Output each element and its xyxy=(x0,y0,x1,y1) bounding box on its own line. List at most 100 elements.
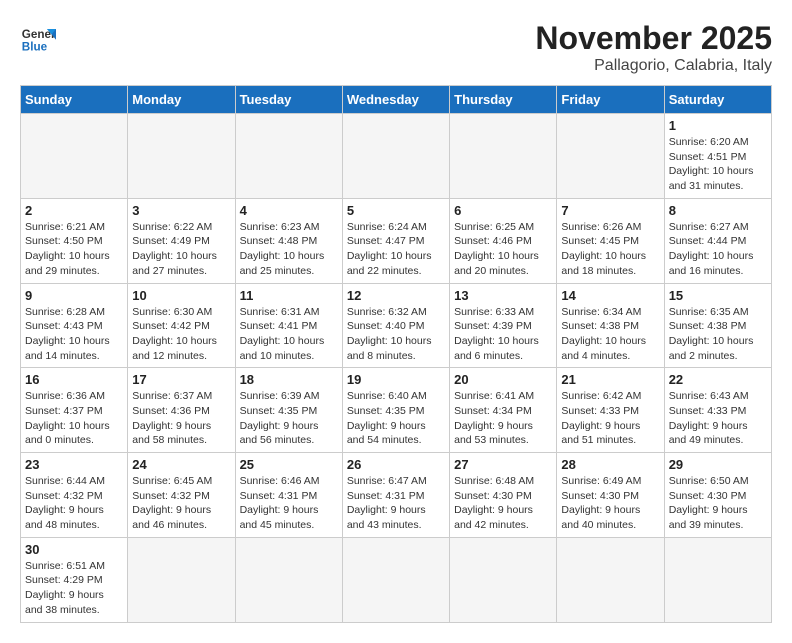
day-info: Sunrise: 6:23 AM Sunset: 4:48 PM Dayligh… xyxy=(240,220,338,279)
day-number: 1 xyxy=(669,118,767,133)
calendar-cell: 10 Sunrise: 6:30 AM Sunset: 4:42 PM Dayli… xyxy=(128,283,235,368)
day-info: Sunrise: 6:41 AM Sunset: 4:34 PM Dayligh… xyxy=(454,389,552,448)
logo: General Blue xyxy=(20,20,56,56)
day-number: 2 xyxy=(25,203,123,218)
logo-icon: General Blue xyxy=(20,20,56,56)
calendar-cell: 18 Sunrise: 6:39 AM Sunset: 4:35 PM Dayli… xyxy=(235,368,342,453)
day-number: 24 xyxy=(132,457,230,472)
svg-text:Blue: Blue xyxy=(22,41,48,54)
calendar-cell: 8 Sunrise: 6:27 AM Sunset: 4:44 PM Daylig… xyxy=(664,198,771,283)
calendar-cell xyxy=(450,537,557,622)
day-number: 17 xyxy=(132,372,230,387)
calendar-cell xyxy=(128,537,235,622)
calendar-cell: 12Sunrise: 6:32 AM Sunset: 4:40 PM Dayli… xyxy=(342,283,449,368)
day-number: 15 xyxy=(669,288,767,303)
month-title: November 2025 xyxy=(535,20,772,57)
calendar-week-row: 16 Sunrise: 6:36 AM Sunset: 4:37 PM Dayli… xyxy=(21,368,772,453)
col-header-tuesday: Tuesday xyxy=(235,86,342,114)
day-info: Sunrise: 6:44 AM Sunset: 4:32 PM Dayligh… xyxy=(25,474,123,533)
day-info: Sunrise: 6:40 AM Sunset: 4:35 PM Dayligh… xyxy=(347,389,445,448)
col-header-friday: Friday xyxy=(557,86,664,114)
calendar-cell: 20 Sunrise: 6:41 AM Sunset: 4:34 PM Dayli… xyxy=(450,368,557,453)
day-info: Sunrise: 6:51 AM Sunset: 4:29 PM Dayligh… xyxy=(25,559,123,618)
day-info: Sunrise: 6:36 AM Sunset: 4:37 PM Dayligh… xyxy=(25,389,123,448)
day-info: Sunrise: 6:50 AM Sunset: 4:30 PM Dayligh… xyxy=(669,474,767,533)
calendar-cell xyxy=(21,114,128,199)
calendar-cell: 16 Sunrise: 6:36 AM Sunset: 4:37 PM Dayli… xyxy=(21,368,128,453)
day-number: 25 xyxy=(240,457,338,472)
day-info: Sunrise: 6:21 AM Sunset: 4:50 PM Dayligh… xyxy=(25,220,123,279)
calendar-cell xyxy=(342,114,449,199)
day-info: Sunrise: 6:32 AM Sunset: 4:40 PM Dayligh… xyxy=(347,305,445,364)
calendar-cell: 14Sunrise: 6:34 AM Sunset: 4:38 PM Dayli… xyxy=(557,283,664,368)
calendar-header-row: SundayMondayTuesdayWednesdayThursdayFrid… xyxy=(21,86,772,114)
day-info: Sunrise: 6:37 AM Sunset: 4:36 PM Dayligh… xyxy=(132,389,230,448)
calendar-cell: 15 Sunrise: 6:35 AM Sunset: 4:38 PM Dayli… xyxy=(664,283,771,368)
calendar-cell: 28Sunrise: 6:49 AM Sunset: 4:30 PM Dayli… xyxy=(557,453,664,538)
calendar-cell: 27 Sunrise: 6:48 AM Sunset: 4:30 PM Dayli… xyxy=(450,453,557,538)
day-number: 10 xyxy=(132,288,230,303)
day-number: 8 xyxy=(669,203,767,218)
calendar-cell xyxy=(557,537,664,622)
calendar-cell: 3Sunrise: 6:22 AM Sunset: 4:49 PM Daylig… xyxy=(128,198,235,283)
calendar-cell: 23Sunrise: 6:44 AM Sunset: 4:32 PM Dayli… xyxy=(21,453,128,538)
calendar-table: SundayMondayTuesdayWednesdayThursdayFrid… xyxy=(20,85,772,623)
day-number: 16 xyxy=(25,372,123,387)
day-number: 14 xyxy=(561,288,659,303)
day-number: 29 xyxy=(669,457,767,472)
calendar-week-row: 9 Sunrise: 6:28 AM Sunset: 4:43 PM Daylig… xyxy=(21,283,772,368)
day-info: Sunrise: 6:30 AM Sunset: 4:42 PM Dayligh… xyxy=(132,305,230,364)
day-number: 20 xyxy=(454,372,552,387)
day-number: 9 xyxy=(25,288,123,303)
calendar-cell xyxy=(128,114,235,199)
location: Pallagorio, Calabria, Italy xyxy=(535,57,772,75)
day-info: Sunrise: 6:47 AM Sunset: 4:31 PM Dayligh… xyxy=(347,474,445,533)
calendar-week-row: 23Sunrise: 6:44 AM Sunset: 4:32 PM Dayli… xyxy=(21,453,772,538)
day-number: 4 xyxy=(240,203,338,218)
calendar-cell: 9 Sunrise: 6:28 AM Sunset: 4:43 PM Daylig… xyxy=(21,283,128,368)
calendar-cell: 29 Sunrise: 6:50 AM Sunset: 4:30 PM Dayli… xyxy=(664,453,771,538)
calendar-cell: 7Sunrise: 6:26 AM Sunset: 4:45 PM Daylig… xyxy=(557,198,664,283)
day-number: 18 xyxy=(240,372,338,387)
day-info: Sunrise: 6:24 AM Sunset: 4:47 PM Dayligh… xyxy=(347,220,445,279)
calendar-cell xyxy=(664,537,771,622)
calendar-cell: 26Sunrise: 6:47 AM Sunset: 4:31 PM Dayli… xyxy=(342,453,449,538)
day-info: Sunrise: 6:25 AM Sunset: 4:46 PM Dayligh… xyxy=(454,220,552,279)
day-number: 13 xyxy=(454,288,552,303)
calendar-cell xyxy=(342,537,449,622)
day-info: Sunrise: 6:39 AM Sunset: 4:35 PM Dayligh… xyxy=(240,389,338,448)
day-info: Sunrise: 6:28 AM Sunset: 4:43 PM Dayligh… xyxy=(25,305,123,364)
calendar-cell: 21Sunrise: 6:42 AM Sunset: 4:33 PM Dayli… xyxy=(557,368,664,453)
calendar-cell: 19Sunrise: 6:40 AM Sunset: 4:35 PM Dayli… xyxy=(342,368,449,453)
day-info: Sunrise: 6:35 AM Sunset: 4:38 PM Dayligh… xyxy=(669,305,767,364)
day-number: 27 xyxy=(454,457,552,472)
day-info: Sunrise: 6:43 AM Sunset: 4:33 PM Dayligh… xyxy=(669,389,767,448)
col-header-monday: Monday xyxy=(128,86,235,114)
day-info: Sunrise: 6:42 AM Sunset: 4:33 PM Dayligh… xyxy=(561,389,659,448)
calendar-cell: 11Sunrise: 6:31 AM Sunset: 4:41 PM Dayli… xyxy=(235,283,342,368)
page-header: General Blue November 2025 Pallagorio, C… xyxy=(20,20,772,75)
calendar-week-row: 1Sunrise: 6:20 AM Sunset: 4:51 PM Daylig… xyxy=(21,114,772,199)
calendar-cell: 2 Sunrise: 6:21 AM Sunset: 4:50 PM Daylig… xyxy=(21,198,128,283)
calendar-week-row: 2 Sunrise: 6:21 AM Sunset: 4:50 PM Daylig… xyxy=(21,198,772,283)
calendar-cell xyxy=(557,114,664,199)
day-number: 30 xyxy=(25,542,123,557)
day-number: 7 xyxy=(561,203,659,218)
col-header-wednesday: Wednesday xyxy=(342,86,449,114)
day-info: Sunrise: 6:48 AM Sunset: 4:30 PM Dayligh… xyxy=(454,474,552,533)
calendar-cell: 22Sunrise: 6:43 AM Sunset: 4:33 PM Dayli… xyxy=(664,368,771,453)
col-header-thursday: Thursday xyxy=(450,86,557,114)
col-header-sunday: Sunday xyxy=(21,86,128,114)
calendar-cell: 17 Sunrise: 6:37 AM Sunset: 4:36 PM Dayli… xyxy=(128,368,235,453)
title-block: November 2025 Pallagorio, Calabria, Ital… xyxy=(535,20,772,75)
calendar-cell xyxy=(235,114,342,199)
day-number: 11 xyxy=(240,288,338,303)
calendar-cell: 25Sunrise: 6:46 AM Sunset: 4:31 PM Dayli… xyxy=(235,453,342,538)
calendar-cell xyxy=(235,537,342,622)
calendar-cell: 30 Sunrise: 6:51 AM Sunset: 4:29 PM Dayli… xyxy=(21,537,128,622)
col-header-saturday: Saturday xyxy=(664,86,771,114)
day-info: Sunrise: 6:27 AM Sunset: 4:44 PM Dayligh… xyxy=(669,220,767,279)
day-number: 5 xyxy=(347,203,445,218)
calendar-cell: 5 Sunrise: 6:24 AM Sunset: 4:47 PM Daylig… xyxy=(342,198,449,283)
day-number: 28 xyxy=(561,457,659,472)
